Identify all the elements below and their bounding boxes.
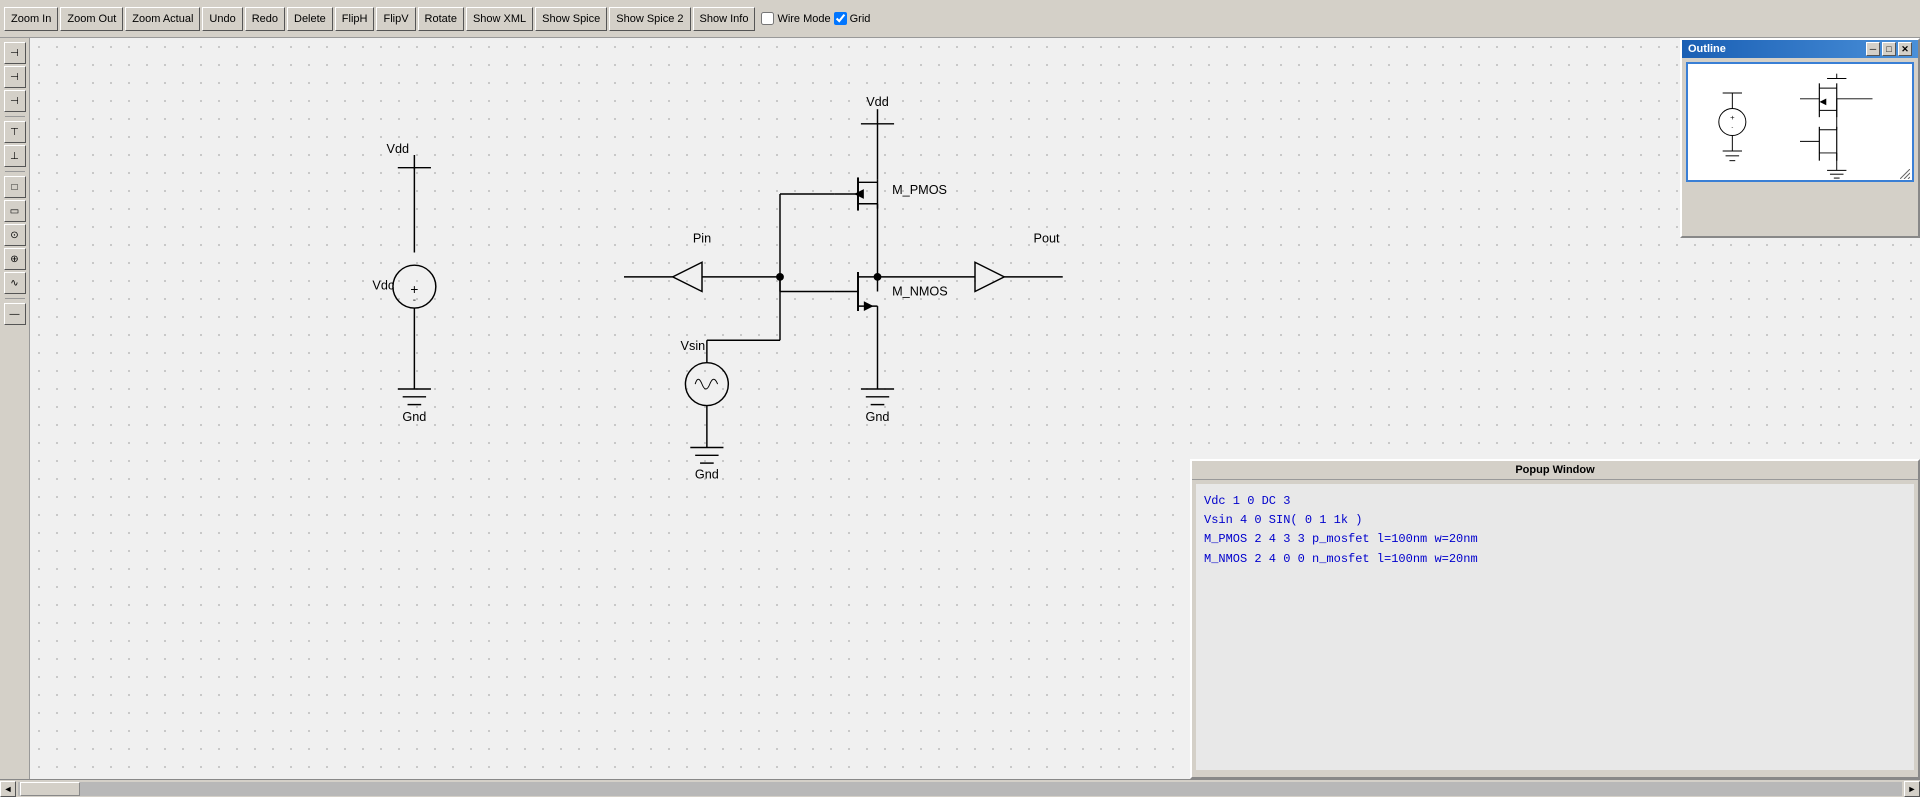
outline-svg: + - — [1688, 64, 1912, 180]
main-area: ⊣ ⊣ ⊣ ⊤ ⊥ □ ▭ ⊙ ⊕ ∿ — Vdd — [0, 38, 1920, 779]
outline-bottom — [1682, 186, 1918, 236]
outline-resize-handle[interactable] — [1900, 168, 1910, 178]
grid-checkbox[interactable] — [834, 12, 847, 25]
spice-line: M_PMOS 2 4 3 3 p_mosfet l=100nm w=20nm — [1204, 530, 1906, 549]
horizontal-scrollbar[interactable]: ◄ ► — [0, 779, 1920, 797]
outline-titlebar: Outline ─ □ ✕ — [1682, 40, 1918, 58]
scroll-track[interactable] — [18, 782, 1902, 796]
outline-close-button[interactable]: ✕ — [1898, 42, 1912, 56]
zoom-in-button[interactable]: Zoom In — [4, 7, 58, 31]
zoom-actual-button[interactable]: Zoom Actual — [125, 7, 200, 31]
outline-titlebar-buttons: ─ □ ✕ — [1866, 42, 1912, 56]
gnd-right-label: Gnd — [866, 410, 890, 424]
popup-title: Popup Window — [1515, 464, 1594, 476]
vdc-label: Vdc — [372, 279, 394, 293]
outline-title: Outline — [1688, 43, 1726, 55]
rect2-tool-btn[interactable]: ▭ — [4, 200, 26, 222]
wire-mode-checkbox[interactable] — [761, 12, 774, 25]
minus-tool-btn[interactable]: — — [4, 303, 26, 325]
gnd-tool-btn[interactable]: ⊥ — [4, 145, 26, 167]
spice-line: M_NMOS 2 4 0 0 n_mosfet l=100nm w=20nm — [1204, 550, 1906, 569]
svg-text:-: - — [413, 295, 416, 306]
gnd-left-label: Gnd — [402, 410, 426, 424]
zoom-out-button[interactable]: Zoom Out — [60, 7, 123, 31]
redo-button[interactable]: Redo — [245, 7, 285, 31]
spice-lines: Vdc 1 0 DC 3Vsin 4 0 SIN( 0 1 1k )M_PMOS… — [1204, 492, 1906, 569]
scroll-right-arrow[interactable]: ► — [1904, 781, 1920, 797]
delete-button[interactable]: Delete — [287, 7, 333, 31]
vsin-label: Vsin — [681, 339, 706, 353]
vdd-left-label: Vdd — [387, 142, 410, 156]
rotate-button[interactable]: Rotate — [418, 7, 464, 31]
spice-line: Vdc 1 0 DC 3 — [1204, 492, 1906, 511]
toolbar-separator-2 — [5, 171, 25, 172]
wire-mode-label: Wire Mode — [777, 13, 830, 25]
connect-tool-btn[interactable]: ⊣ — [4, 42, 26, 64]
spice-line: Vsin 4 0 SIN( 0 1 1k ) — [1204, 511, 1906, 530]
wire-mode-area: Wire Mode Grid — [761, 12, 870, 25]
left-toolbar: ⊣ ⊣ ⊣ ⊤ ⊥ □ ▭ ⊙ ⊕ ∿ — — [0, 38, 30, 779]
svg-text:-: - — [1731, 125, 1733, 131]
undo-button[interactable]: Undo — [202, 7, 242, 31]
show-info-button[interactable]: Show Info — [693, 7, 756, 31]
wire-tool-btn[interactable]: ⊣ — [4, 66, 26, 88]
outline-maximize-button[interactable]: □ — [1882, 42, 1896, 56]
toolbar-separator-3 — [5, 298, 25, 299]
outline-content: + - — [1686, 62, 1914, 182]
node-tool-btn[interactable]: ⊣ — [4, 90, 26, 112]
flipv-button[interactable]: FlipV — [376, 7, 415, 31]
outline-window: Outline ─ □ ✕ + - — [1680, 38, 1920, 238]
pout-label: Pout — [1034, 232, 1061, 246]
show-spice2-button[interactable]: Show Spice 2 — [609, 7, 690, 31]
scroll-thumb[interactable] — [20, 782, 80, 796]
show-xml-button[interactable]: Show XML — [466, 7, 533, 31]
canvas-area[interactable]: Vdd Vdc + - Gnd — [30, 38, 1920, 779]
grid-label: Grid — [850, 13, 871, 25]
rect-tool-btn[interactable]: □ — [4, 176, 26, 198]
vdd-right-label: Vdd — [866, 95, 889, 109]
popup-titlebar: Popup Window — [1192, 461, 1918, 480]
gnd-center-label: Gnd — [695, 468, 719, 482]
toolbar: Zoom InZoom OutZoom ActualUndoRedoDelete… — [0, 0, 1920, 38]
show-spice-button[interactable]: Show Spice — [535, 7, 607, 31]
outline-minimize-button[interactable]: ─ — [1866, 42, 1880, 56]
popup-window: Popup Window Vdc 1 0 DC 3Vsin 4 0 SIN( 0… — [1190, 459, 1920, 779]
circle2-tool-btn[interactable]: ⊕ — [4, 248, 26, 270]
vdd-tool-btn[interactable]: ⊤ — [4, 121, 26, 143]
wave-tool-btn[interactable]: ∿ — [4, 272, 26, 294]
m-pmos-label: M_PMOS — [892, 183, 947, 197]
fliph-button[interactable]: FlipH — [335, 7, 375, 31]
popup-content[interactable]: Vdc 1 0 DC 3Vsin 4 0 SIN( 0 1 1k )M_PMOS… — [1196, 484, 1914, 770]
pin-label: Pin — [693, 232, 711, 246]
circle-tool-btn[interactable]: ⊙ — [4, 224, 26, 246]
m-nmos-label: M_NMOS — [892, 284, 948, 298]
toolbar-separator-1 — [5, 116, 25, 117]
svg-text:+: + — [1730, 113, 1735, 122]
scroll-left-arrow[interactable]: ◄ — [0, 781, 16, 797]
